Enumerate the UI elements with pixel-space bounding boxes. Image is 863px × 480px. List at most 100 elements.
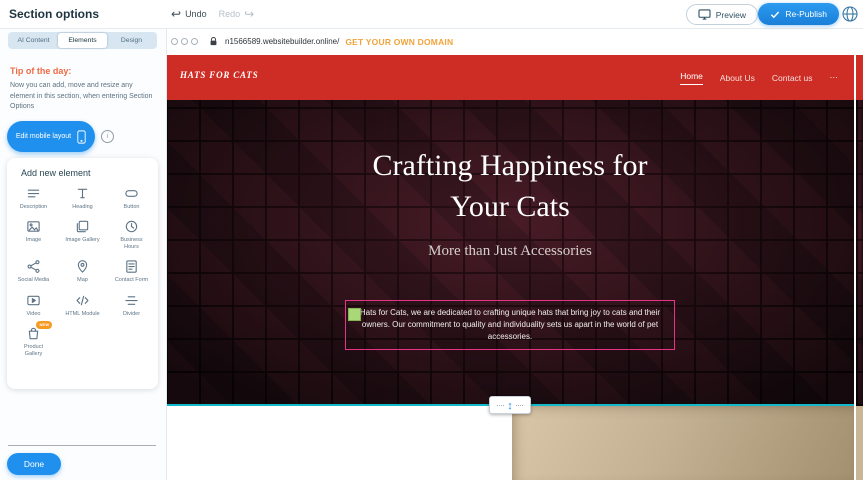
hero-section[interactable]: Crafting Happiness for Your Cats More th… [166,100,854,406]
canvas-area: n1566589.websitebuilder.online/ GET YOUR… [166,28,863,480]
get-domain-link[interactable]: GET YOUR OWN DOMAIN [345,37,453,47]
browser-dots [171,38,198,45]
tab-ai-content[interactable]: AI Content [9,33,58,48]
monitor-icon [698,9,711,20]
nav-more[interactable]: ⋯ [830,72,839,83]
undo-icon [171,8,181,20]
element-label: Heading [72,204,93,211]
add-element-product-gallery[interactable]: Product GalleryNEW [9,326,58,358]
sliver-next [856,406,863,480]
next-section[interactable] [166,406,854,480]
hero-title-line2: Your Cats [166,187,854,228]
selected-text-element[interactable]: Hats for Cats, we are dedicated to craft… [345,300,675,350]
republish-button[interactable]: Re-Publish [758,3,839,25]
add-element-image-gallery[interactable]: Image Gallery [58,219,107,251]
nav-about-us[interactable]: About Us [720,73,755,83]
add-element-contact-form[interactable]: Contact Form [107,259,156,284]
heading-icon [75,186,90,201]
add-element-html-module[interactable]: HTML Module [58,293,107,318]
next-section-image [512,406,854,480]
element-label: Product Gallery [16,344,52,358]
section-resize-handle[interactable] [489,396,531,414]
element-label: HTML Module [65,311,99,318]
element-label: Image [26,237,41,244]
tip-of-the-day: Tip of the day: Now you can add, move an… [10,66,154,113]
add-element-description[interactable]: Description [9,186,58,211]
add-element-panel: Add new element Description Heading Button… [7,158,158,389]
site-logo[interactable]: HATS FOR CATS [180,70,258,80]
info-icon[interactable] [101,130,114,143]
add-element-divider[interactable]: Divider [107,293,156,318]
business-hours-icon [124,219,139,234]
redo-label: Redo [219,9,241,19]
divider-icon [124,293,139,308]
language-globe-button[interactable] [841,5,859,23]
hero-paragraph: Hats for Cats, we are dedicated to craft… [357,307,663,343]
hero-subtitle[interactable]: More than Just Accessories [166,243,854,260]
map-icon [75,259,90,274]
element-label: Description [20,204,48,211]
element-label: Contact Form [115,277,148,284]
element-label: Map [77,277,88,284]
lock-icon [208,36,219,47]
image-gallery-icon [75,219,90,234]
redo-button[interactable]: Redo [219,8,255,20]
element-label: Video [27,311,41,318]
history-controls: Undo Redo [171,0,254,28]
element-label: Business Hours [114,237,150,251]
description-icon [26,186,41,201]
redo-icon [244,8,254,20]
image-icon [26,219,41,234]
hero-title-line1: Crafting Happiness for [166,146,854,187]
undo-label: Undo [185,9,207,19]
edit-mobile-layout-button[interactable]: Edit mobile layout [7,121,95,152]
element-label: Button [124,204,140,211]
browser-bar: n1566589.websitebuilder.online/ GET YOUR… [166,28,863,55]
element-label: Social Media [18,277,50,284]
handle-dots-left [497,405,504,406]
tip-title: Tip of the day: [10,66,154,76]
new-badge: NEW [36,321,52,329]
element-grid: Description Heading Button Image Image Galle… [9,186,156,358]
preview-button[interactable]: Preview [686,4,758,25]
hero-title[interactable]: Crafting Happiness for Your Cats [166,100,854,227]
page-title: Section options [9,0,99,28]
tab-elements[interactable]: Elements [58,33,107,48]
site-preview: HATS FOR CATS Home About Us Contact us ⋯ Cr… [166,55,854,480]
video-icon [26,293,41,308]
element-label: Divider [123,311,140,318]
topbar: Section options Undo Redo Preview Re-Pub… [0,0,863,29]
republish-label: Re-Publish [785,9,827,19]
add-element-image[interactable]: Image [9,219,58,251]
resize-arrows-icon [507,396,513,414]
tab-design[interactable]: Design [107,33,156,48]
social-media-icon [26,259,41,274]
sidebar-divider [8,445,156,446]
tip-body: Now you can add, move and resize any ele… [10,81,154,113]
nav-contact-us[interactable]: Contact us [772,73,813,83]
add-element-business-hours[interactable]: Business Hours [107,219,156,251]
done-button[interactable]: Done [7,453,61,475]
edit-mobile-label: Edit mobile layout [16,133,71,140]
add-element-heading[interactable]: Heading [58,186,107,211]
contact-form-icon [124,259,139,274]
sliver-header [856,55,863,100]
element-drag-handle[interactable] [348,308,361,321]
add-element-map[interactable]: Map [58,259,107,284]
nav-home[interactable]: Home [680,71,703,85]
phone-icon [77,130,86,144]
site-header[interactable]: HATS FOR CATS Home About Us Contact us ⋯ [166,55,854,100]
handle-dots-right [516,405,523,406]
site-url[interactable]: n1566589.websitebuilder.online/ [225,37,339,46]
add-element-social-media[interactable]: Social Media [9,259,58,284]
site-nav: Home About Us Contact us ⋯ [680,55,838,100]
add-element-button[interactable]: Button [107,186,156,211]
preview-label: Preview [716,10,746,20]
add-element-title: Add new element [21,168,156,178]
html-module-icon [75,293,90,308]
sidebar-tabs: AI ContentElementsDesign [8,32,157,49]
undo-button[interactable]: Undo [171,8,207,20]
page-edge-sliver [856,55,863,480]
add-element-video[interactable]: Video [9,293,58,318]
globe-icon [841,5,859,23]
